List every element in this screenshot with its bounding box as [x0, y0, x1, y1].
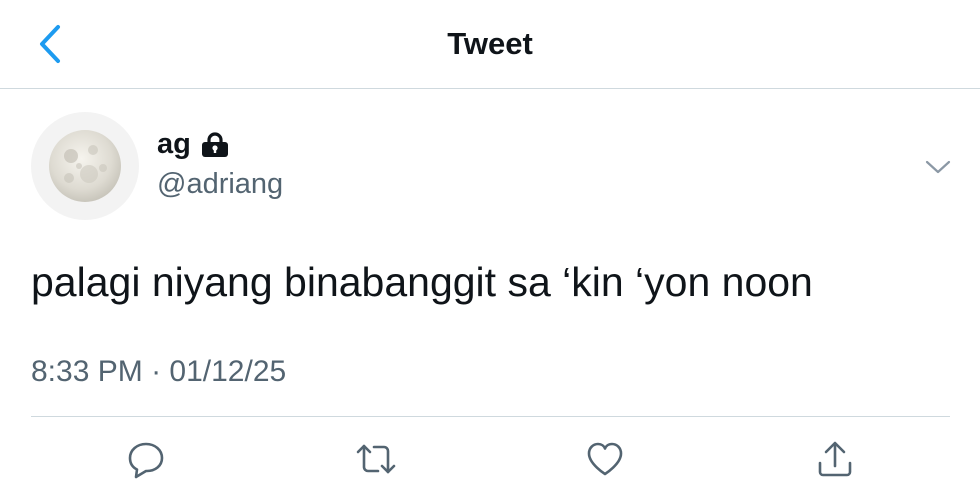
share-icon — [818, 441, 852, 477]
meta-separator: · — [151, 355, 162, 388]
tweet-text: palagi niyang binabanggit sa ‘kin ‘yon n… — [31, 259, 813, 305]
reply-button[interactable] — [124, 437, 168, 481]
share-button[interactable] — [813, 437, 857, 481]
avatar[interactable] — [31, 112, 139, 220]
reply-icon — [128, 442, 164, 479]
divider — [31, 416, 950, 417]
more-options-button[interactable] — [920, 152, 956, 182]
like-button[interactable] — [583, 437, 627, 481]
heart-icon — [587, 442, 623, 476]
tweet-time: 8:33 PM — [31, 355, 143, 388]
moon-avatar-image — [49, 130, 121, 202]
retweet-button[interactable] — [354, 437, 398, 481]
top-navigation-bar: Tweet — [0, 0, 980, 89]
retweet-icon — [356, 444, 396, 474]
tweet-timestamp[interactable]: 8:33 PM · 01/12/25 — [31, 355, 286, 389]
author-name-row: ag — [157, 128, 230, 161]
tweet-date: 01/12/25 — [169, 355, 287, 388]
page-title: Tweet — [447, 26, 533, 61]
chevron-down-icon — [925, 160, 951, 174]
author-handle[interactable]: @adriang — [157, 168, 283, 201]
display-name[interactable]: ag — [157, 128, 191, 161]
lock-icon — [200, 131, 230, 158]
